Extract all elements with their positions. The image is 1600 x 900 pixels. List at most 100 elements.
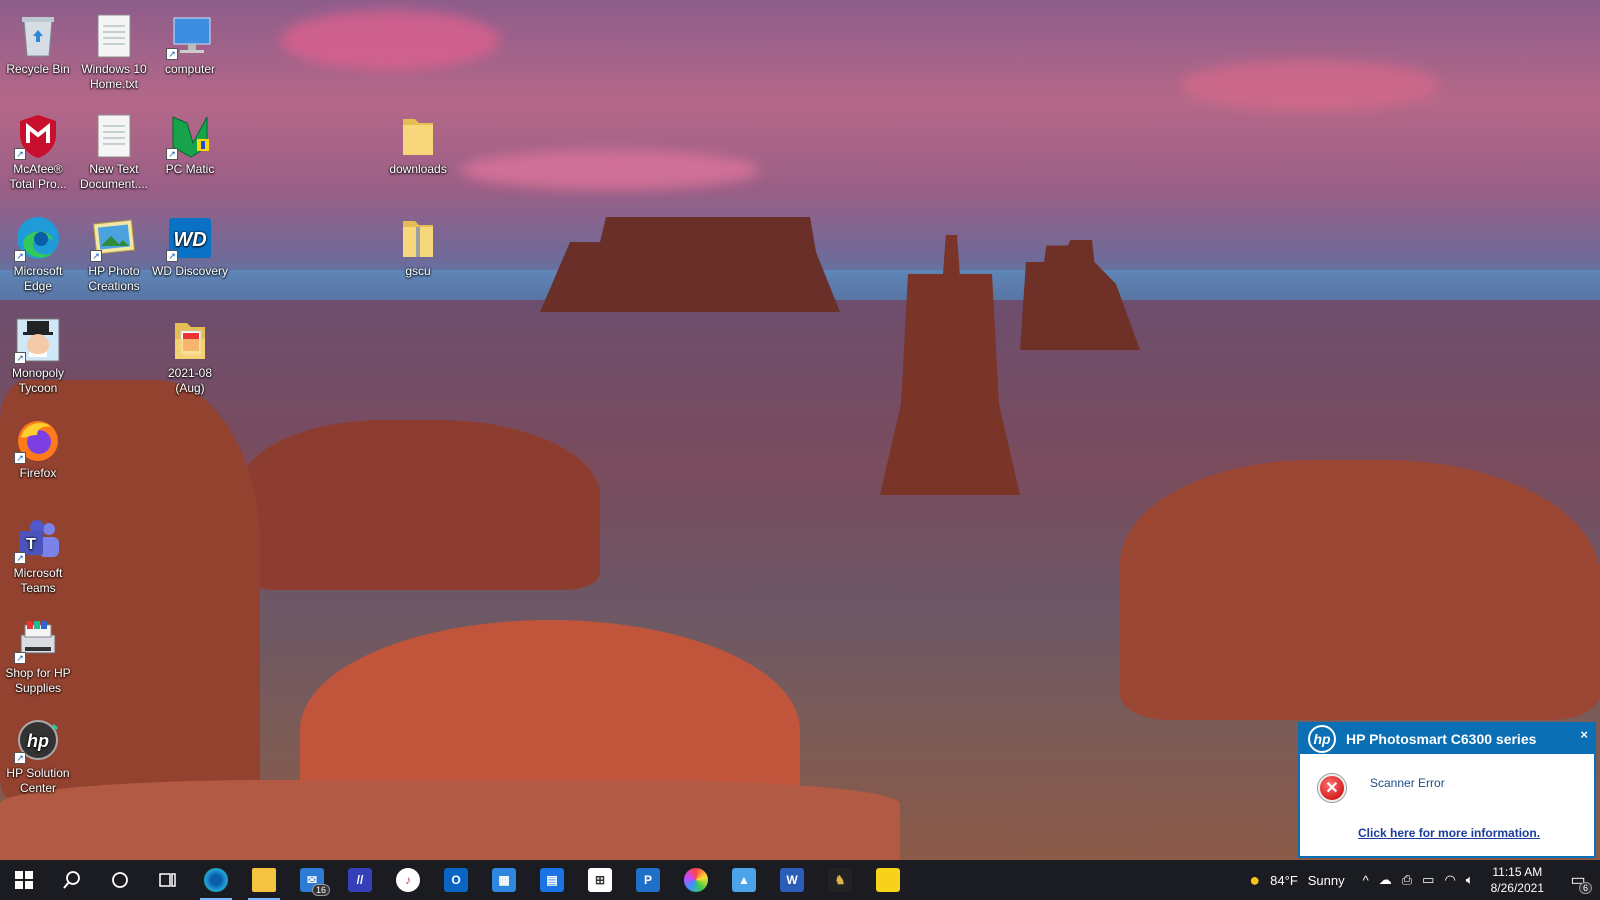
- firefox-icon: ↗: [14, 416, 62, 464]
- desktop-icon-recycle-bin[interactable]: Recycle Bin: [0, 8, 76, 77]
- svg-text:WD: WD: [173, 229, 206, 251]
- svg-text:T: T: [26, 536, 36, 553]
- desktop-icon-label: 2021-08 (Aug): [167, 366, 213, 395]
- desktop-icon-hp-photo-creations[interactable]: ↗ HP Photo Creations: [76, 210, 152, 294]
- more-info-link[interactable]: Click here for more information.: [1358, 826, 1540, 840]
- calendar-icon: ▤: [540, 868, 564, 892]
- error-icon: ✕: [1318, 774, 1346, 802]
- desktop-icon-label: New Text Document....: [79, 162, 149, 191]
- photos-icon: [684, 868, 708, 892]
- desktop-icon-label: computer: [164, 62, 216, 76]
- desktop-icon-pc-matic[interactable]: ↗ PC Matic: [152, 108, 228, 177]
- app-icon: P: [636, 868, 660, 892]
- taskbar-file-explorer[interactable]: [240, 860, 288, 900]
- taskbar-photo-viewer[interactable]: ▲: [720, 860, 768, 900]
- taskbar-game[interactable]: ♞: [816, 860, 864, 900]
- taskbar-app-pp[interactable]: P: [624, 860, 672, 900]
- notification-count: 6: [1578, 882, 1592, 894]
- search-button[interactable]: [48, 860, 96, 900]
- taskbar-outlook[interactable]: O: [432, 860, 480, 900]
- desktop-icon-label: McAfee® Total Pro...: [9, 162, 67, 191]
- svg-text:hp: hp: [27, 731, 49, 751]
- cortana-icon: [112, 872, 128, 888]
- desktop-icon-label: Recycle Bin: [6, 62, 70, 76]
- volume-icon[interactable]: 🔈︎: [1461, 872, 1479, 888]
- monopoly-icon: ↗: [14, 316, 62, 364]
- popup-header: hp HP Photosmart C6300 series: [1300, 724, 1594, 754]
- wallpaper-rock: [240, 420, 600, 590]
- taskbar-calculator[interactable]: ▦: [480, 860, 528, 900]
- desktop-icon-label: Shop for HP Supplies: [5, 666, 71, 695]
- desktop-icon-label: downloads: [389, 162, 447, 176]
- calculator-icon: ▦: [492, 868, 516, 892]
- windows-logo-icon: [15, 871, 33, 889]
- desktop-icon-teams[interactable]: T ↗ Microsoft Teams: [0, 512, 76, 596]
- desktop-icon-firefox[interactable]: ↗ Firefox: [0, 412, 76, 481]
- wallpaper-cloud: [280, 10, 500, 70]
- meet-now-icon[interactable]: ⎙: [1397, 872, 1417, 888]
- hp-photo-icon: ↗: [90, 214, 138, 262]
- wallpaper-rock: [0, 780, 900, 860]
- desktop-icon-label: WD Discovery: [152, 264, 229, 278]
- desktop-icon-label: Monopoly Tycoon: [11, 366, 65, 395]
- desktop-icon-label: HP Photo Creations: [88, 264, 140, 293]
- mcafee-icon: ↗: [14, 112, 62, 160]
- popup-title: HP Photosmart C6300 series: [1346, 731, 1537, 747]
- clock-time: 11:15 AM: [1492, 865, 1543, 879]
- folder-icon: [394, 112, 442, 160]
- desktop-icon-edge[interactable]: ↗ Microsoft Edge: [0, 210, 76, 294]
- taskbar-word[interactable]: W: [768, 860, 816, 900]
- taskbar-photos[interactable]: [672, 860, 720, 900]
- battery-icon[interactable]: ▭: [1417, 872, 1439, 888]
- wallpaper-mesa: [540, 217, 840, 312]
- hp-scanner-error-popup: hp HP Photosmart C6300 series × ✕ Scanne…: [1298, 722, 1596, 858]
- sun-icon: ●: [1249, 869, 1261, 890]
- wallpaper-rock: [1120, 460, 1600, 720]
- desktop-icon-label: Windows 10 Home.txt: [81, 62, 147, 91]
- start-button[interactable]: [0, 860, 48, 900]
- taskbar-store[interactable]: ⊞: [576, 860, 624, 900]
- app-icon: //: [348, 868, 372, 892]
- desktop-icon-downloads[interactable]: downloads: [380, 108, 456, 177]
- hp-solution-icon: hp ↗: [14, 716, 62, 764]
- taskbar-sticky-notes[interactable]: [864, 860, 912, 900]
- weather-temp[interactable]: 84°F: [1265, 873, 1303, 888]
- cortana-button[interactable]: [96, 860, 144, 900]
- game-icon: ♞: [828, 868, 852, 892]
- store-icon: ⊞: [588, 868, 612, 892]
- chevron-up-icon[interactable]: ^: [1358, 873, 1374, 888]
- hp-supplies-icon: ↗: [14, 616, 62, 664]
- weather-condition[interactable]: Sunny: [1303, 873, 1350, 888]
- desktop-icon-gscu[interactable]: gscu: [380, 210, 456, 279]
- computer-icon: ↗: [166, 12, 214, 60]
- system-tray: ● 84°F Sunny ^ ☁ ⎙ ▭ ◠ 🔈︎ 11:15 AM 8/26/…: [1244, 860, 1600, 900]
- taskbar-mail[interactable]: ✉ 16: [288, 860, 336, 900]
- clock[interactable]: 11:15 AM 8/26/2021: [1479, 864, 1556, 896]
- desktop-icon-label: PC Matic: [165, 162, 215, 176]
- notification-center-button[interactable]: ▭ 6: [1556, 860, 1600, 900]
- onedrive-icon[interactable]: ☁: [1374, 872, 1397, 888]
- desktop-icon-new-text-document[interactable]: New Text Document....: [76, 108, 152, 192]
- desktop-icon-shop-hp-supplies[interactable]: ↗ Shop for HP Supplies: [0, 612, 76, 696]
- desktop-icon-2021-08-aug[interactable]: 2021-08 (Aug): [152, 312, 228, 396]
- wifi-icon[interactable]: ◠: [1439, 872, 1460, 888]
- popup-close-button[interactable]: ×: [1580, 727, 1588, 742]
- mail-badge: 16: [311, 884, 330, 896]
- desktop-icon-mcafee[interactable]: ↗ McAfee® Total Pro...: [0, 108, 76, 192]
- desktop-icon-label: HP Solution Center: [6, 766, 70, 795]
- taskbar-calendar[interactable]: ▤: [528, 860, 576, 900]
- desktop-icon-computer[interactable]: ↗ computer: [152, 8, 228, 77]
- desktop-icon-wd-discovery[interactable]: WD ↗ WD Discovery: [152, 210, 228, 279]
- image-folder-icon: [166, 316, 214, 364]
- task-view-icon: [159, 873, 176, 887]
- sticky-notes-icon: [876, 868, 900, 892]
- taskbar-itunes[interactable]: ♪: [384, 860, 432, 900]
- zip-folder-icon: [394, 214, 442, 262]
- taskbar-edge[interactable]: [192, 860, 240, 900]
- desktop-icon-monopoly[interactable]: ↗ Monopoly Tycoon: [0, 312, 76, 396]
- desktop-icon-windows10-txt[interactable]: Windows 10 Home.txt: [76, 8, 152, 92]
- taskbar-app-blue[interactable]: //: [336, 860, 384, 900]
- desktop-icon-hp-solution-center[interactable]: hp ↗ HP Solution Center: [0, 712, 76, 796]
- recycle-bin-icon: [14, 12, 62, 60]
- task-view-button[interactable]: [144, 860, 192, 900]
